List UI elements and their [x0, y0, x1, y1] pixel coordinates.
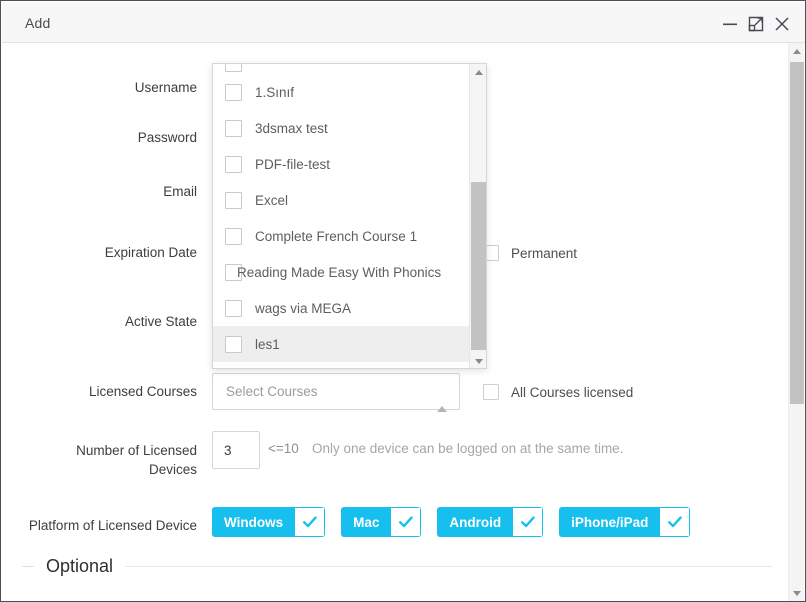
label-active-state: Active State [124, 314, 197, 329]
dropdown-item-label: Complete French Course 1 [255, 228, 418, 244]
devices-hint-text: Only one device can be logged on at the … [312, 441, 624, 456]
main-scrollbar-thumb[interactable] [790, 62, 804, 404]
platform-check-box[interactable] [513, 507, 544, 537]
divider-line-right [125, 566, 772, 567]
dropdown-item-checkbox[interactable] [225, 335, 242, 353]
platform-button[interactable]: Windows [212, 507, 326, 537]
dialog-titlebar: Add [2, 2, 805, 43]
all-courses-licensed-row[interactable]: All Courses licensed [483, 384, 633, 400]
close-button[interactable] [770, 12, 794, 36]
platform-buttons-row: Windows Mac Android iPhone/iPad [212, 507, 691, 537]
platform-button[interactable]: Mac [341, 507, 422, 537]
number-of-licensed-devices-input[interactable] [212, 431, 260, 469]
scroll-up-arrow-icon [793, 49, 801, 54]
dropdown-item[interactable]: Complete French Course 1 [213, 218, 471, 254]
licensed-courses-select[interactable]: Select Courses [212, 373, 460, 412]
dropdown-item-checkbox[interactable] [225, 119, 242, 137]
scroll-down-arrow-icon [793, 591, 801, 596]
platform-check-box[interactable] [391, 507, 422, 537]
dropdown-item[interactable]: wags via MEGA [213, 290, 471, 326]
optional-section-divider: Optional [22, 556, 772, 577]
dropdown-item-label: 3dsmax test [255, 120, 328, 136]
checkmark-icon [667, 516, 682, 528]
dropdown-scrollbar-thumb[interactable] [471, 182, 486, 350]
dropdown-item[interactable]: 1.Sınıf [213, 74, 471, 110]
dropdown-item[interactable]: Reading Made Easy With Phonics [213, 254, 471, 290]
all-courses-licensed-checkbox[interactable] [483, 384, 499, 400]
optional-section-label: Optional [46, 556, 114, 576]
checkmark-icon [302, 516, 317, 528]
platform-button-label: Android [437, 507, 514, 537]
licensed-courses-placeholder: Select Courses [226, 384, 318, 399]
divider-line-left [22, 566, 34, 567]
label-username: Username [134, 80, 197, 95]
dropdown-item-checkbox[interactable] [225, 299, 242, 317]
maximize-restore-icon [748, 16, 764, 32]
maximize-restore-button[interactable] [744, 12, 768, 36]
courses-dropdown-list[interactable]: 1.Sınıf 3dsmax test PDF-file-test Excel Comp… [213, 64, 471, 368]
platform-button[interactable]: iPhone/iPad [559, 507, 691, 537]
dropdown-scroll-down-button[interactable] [470, 353, 486, 368]
checkmark-icon [520, 516, 535, 528]
label-expiration-date: Expiration Date [104, 245, 197, 260]
checkmark-icon [398, 516, 413, 528]
dropdown-item[interactable]: PDF-file-test [213, 146, 471, 182]
permanent-label: Permanent [511, 245, 578, 261]
dropdown-item-label: 1.Sınıf [255, 84, 295, 100]
all-courses-licensed-label: All Courses licensed [511, 384, 634, 400]
platform-check-box[interactable] [660, 507, 691, 537]
dropdown-clipped-checkbox[interactable] [225, 64, 242, 72]
dropdown-item-label: les1 [255, 336, 280, 352]
main-scroll-down-button[interactable] [789, 585, 805, 601]
dropdown-item-checkbox[interactable] [225, 155, 242, 173]
dropdown-item-label: wags via MEGA [255, 300, 352, 316]
permanent-checkbox-row[interactable]: Permanent [483, 245, 577, 261]
dropdown-item[interactable]: Excel [213, 182, 471, 218]
platform-button[interactable]: Android [437, 507, 544, 537]
chevron-up-icon [437, 389, 447, 412]
platform-button-label: iPhone/iPad [559, 507, 661, 537]
minimize-button[interactable] [718, 12, 742, 36]
main-scrollbar[interactable] [788, 43, 805, 601]
minimize-icon [723, 23, 737, 26]
dropdown-item-checkbox[interactable] [225, 83, 242, 101]
dropdown-scrollbar[interactable] [469, 64, 486, 368]
dropdown-item[interactable]: les1 [213, 326, 471, 362]
dropdown-item[interactable]: 3dsmax test [213, 110, 471, 146]
dialog-body: Username Password Email Expiration Date … [2, 43, 792, 601]
dropdown-item-label: PDF-file-test [255, 156, 331, 172]
dropdown-item-checkbox[interactable] [225, 191, 242, 209]
scroll-up-arrow-icon [474, 70, 483, 75]
label-email: Email [163, 184, 197, 199]
dialog-title: Add [25, 15, 51, 31]
label-number-of-licensed-devices: Number of Licensed Devices [76, 443, 197, 477]
main-scroll-up-button[interactable] [789, 43, 805, 60]
dropdown-item-checkbox[interactable] [225, 227, 242, 245]
label-licensed-courses: Licensed Courses [88, 384, 197, 399]
label-platform-of-licensed-device: Platform of Licensed Device [28, 518, 197, 533]
label-password: Password [137, 130, 197, 145]
add-dialog-window: Add Username Password Email Expiration D… [0, 0, 806, 602]
scroll-down-arrow-icon [474, 359, 483, 364]
dropdown-item-label: Excel [255, 192, 289, 208]
close-icon [775, 17, 789, 31]
courses-dropdown-panel: 1.Sınıf 3dsmax test PDF-file-test Excel Comp… [212, 63, 487, 369]
dropdown-scroll-up-button[interactable] [470, 64, 486, 81]
platform-button-label: Mac [341, 507, 392, 537]
platform-check-box[interactable] [295, 507, 326, 537]
dropdown-clipped-item[interactable] [213, 64, 471, 74]
devices-limit-text: <=10 [268, 441, 299, 456]
dropdown-item-label: Reading Made Easy With Phonics [237, 264, 442, 280]
platform-button-label: Windows [212, 507, 296, 537]
